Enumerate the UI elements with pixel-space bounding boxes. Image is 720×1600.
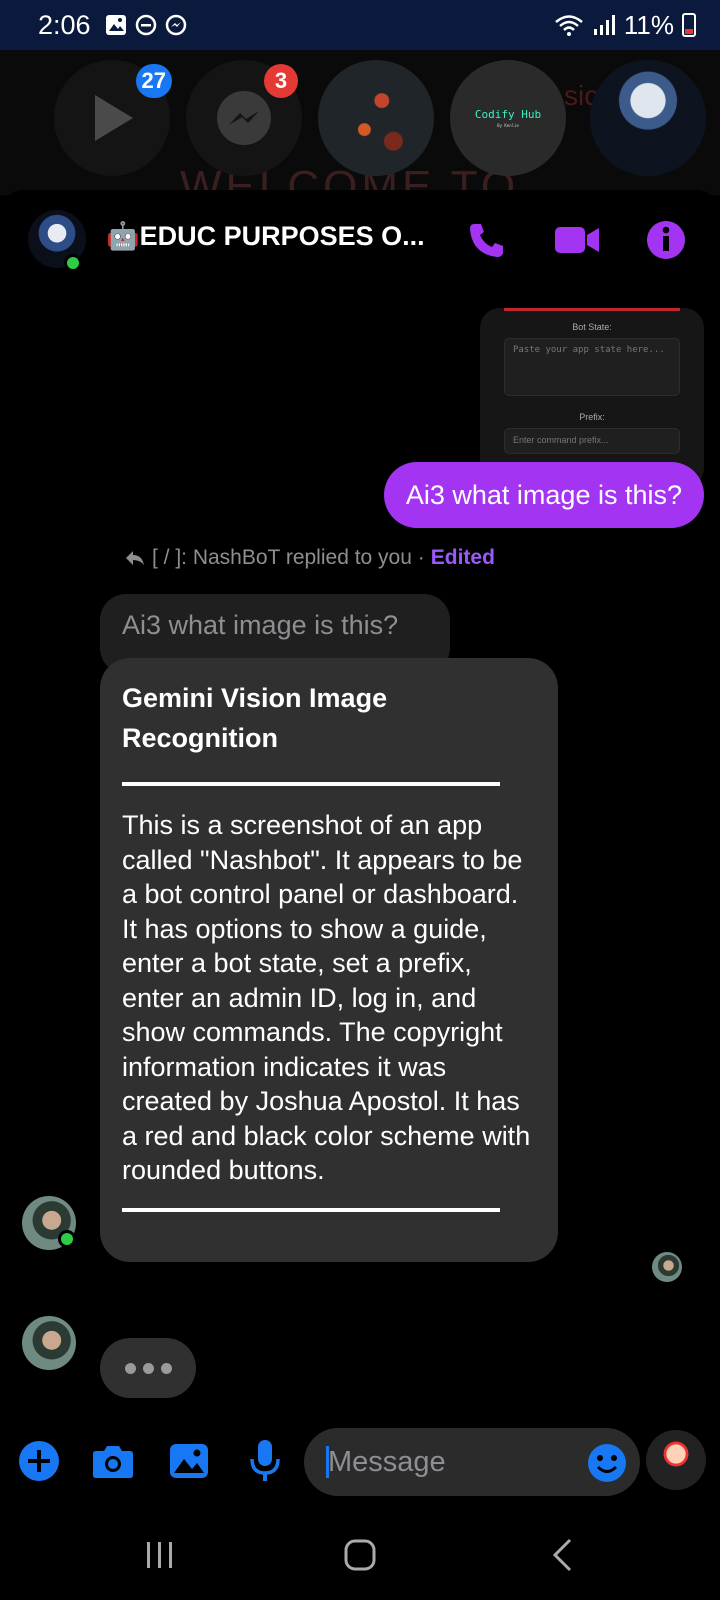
read-receipt-avatar <box>652 1252 682 1282</box>
chat-head-play[interactable]: 27 <box>54 60 172 176</box>
microphone-icon[interactable] <box>242 1438 288 1484</box>
text-caret <box>326 1446 329 1478</box>
shared-image-thumbnail[interactable]: Bot State: Paste your app state here... … <box>480 308 704 488</box>
status-time: 2:06 <box>38 9 91 40</box>
online-indicator <box>58 1230 76 1248</box>
play-icon <box>95 95 133 141</box>
codify-title: Codify Hub <box>474 108 542 121</box>
unread-badge: 3 <box>264 64 298 98</box>
divider <box>122 1207 500 1212</box>
online-indicator <box>64 254 82 272</box>
reply-body: This is a screenshot of an app called "N… <box>122 810 531 1185</box>
status-bar: 2:06 11% <box>0 0 720 50</box>
reply-note-text: [ / ]: NashBoT replied to you · <box>152 546 425 569</box>
system-nav-bar <box>0 1508 720 1600</box>
messenger-icon <box>165 14 186 36</box>
video-icon[interactable] <box>554 218 600 262</box>
home-icon[interactable] <box>330 1530 390 1580</box>
typing-indicator <box>100 1338 196 1398</box>
gallery-icon[interactable] <box>166 1438 212 1484</box>
signal-icon <box>593 15 615 35</box>
bot-reply-message[interactable]: Gemini Vision Image Recognition This is … <box>100 658 558 1262</box>
composer <box>0 1420 720 1508</box>
prefix-field: Enter command prefix... <box>504 428 680 454</box>
wifi-icon <box>555 15 583 36</box>
recent-apps-icon[interactable] <box>130 1530 190 1580</box>
chat-head-art[interactable] <box>318 60 434 176</box>
codify-subtitle: By Kenlie <box>497 123 519 128</box>
messenger-icon <box>217 91 271 145</box>
bot-state-field: Paste your app state here... <box>504 338 680 396</box>
reply-title: Gemini Vision Image Recognition <box>122 683 388 753</box>
bot-state-label: Bot State: <box>572 322 612 332</box>
plus-icon[interactable] <box>16 1438 62 1484</box>
emoji-icon[interactable] <box>584 1440 630 1486</box>
unread-badge: 27 <box>135 64 172 98</box>
dnd-icon <box>135 14 156 36</box>
chat-head-messenger[interactable]: 3 <box>186 60 302 176</box>
edited-label[interactable]: Edited <box>431 546 495 570</box>
sent-message[interactable]: Ai3 what image is this? <box>383 462 704 528</box>
image-icon <box>105 15 126 35</box>
chat-head-nashbot[interactable] <box>590 60 706 176</box>
reply-note: [ / ]: NashBoT replied to you · Edited <box>124 546 495 570</box>
typing-avatar <box>22 1316 76 1370</box>
prefix-label: Prefix: <box>579 412 605 422</box>
chat-header: 🤖EDUC PURPOSES O... <box>0 190 720 295</box>
chat-title[interactable]: 🤖EDUC PURPOSES O... <box>106 220 425 252</box>
reply-arrow-icon <box>126 551 144 565</box>
back-icon[interactable] <box>532 1530 592 1580</box>
chat-heads-row: WELCOME TO 27 3 Codify Hub By Kenlie sic <box>0 50 720 211</box>
divider <box>122 782 500 786</box>
phone-icon[interactable] <box>464 218 508 262</box>
sticker-avatar[interactable] <box>646 1430 706 1490</box>
info-icon[interactable] <box>644 218 688 262</box>
battery-percent: 11% <box>623 9 674 40</box>
camera-icon[interactable] <box>90 1438 136 1484</box>
battery-icon <box>682 13 696 37</box>
chat-head-codify[interactable]: Codify Hub By Kenlie <box>450 60 566 176</box>
chat-panel: 🤖EDUC PURPOSES O... Bot State: Paste you… <box>0 190 720 1508</box>
